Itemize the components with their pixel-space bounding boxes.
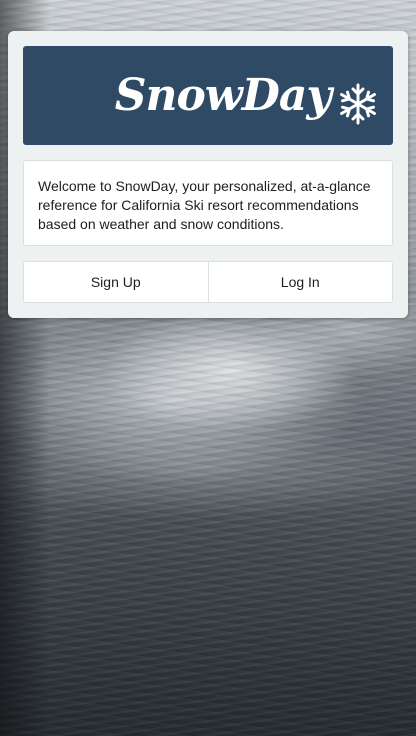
sign-up-button[interactable]: Sign Up [24, 262, 208, 302]
logo-banner: SnowDay [23, 46, 393, 145]
auth-button-group: Sign Up Log In [23, 261, 393, 303]
brand-logo-text: SnowDay [114, 70, 332, 121]
welcome-card: SnowDay Welcome to SnowDay, your persona… [8, 31, 408, 318]
snowflake-icon [340, 83, 376, 125]
log-in-button[interactable]: Log In [207, 262, 393, 302]
welcome-message: Welcome to SnowDay, your personalized, a… [23, 160, 393, 246]
